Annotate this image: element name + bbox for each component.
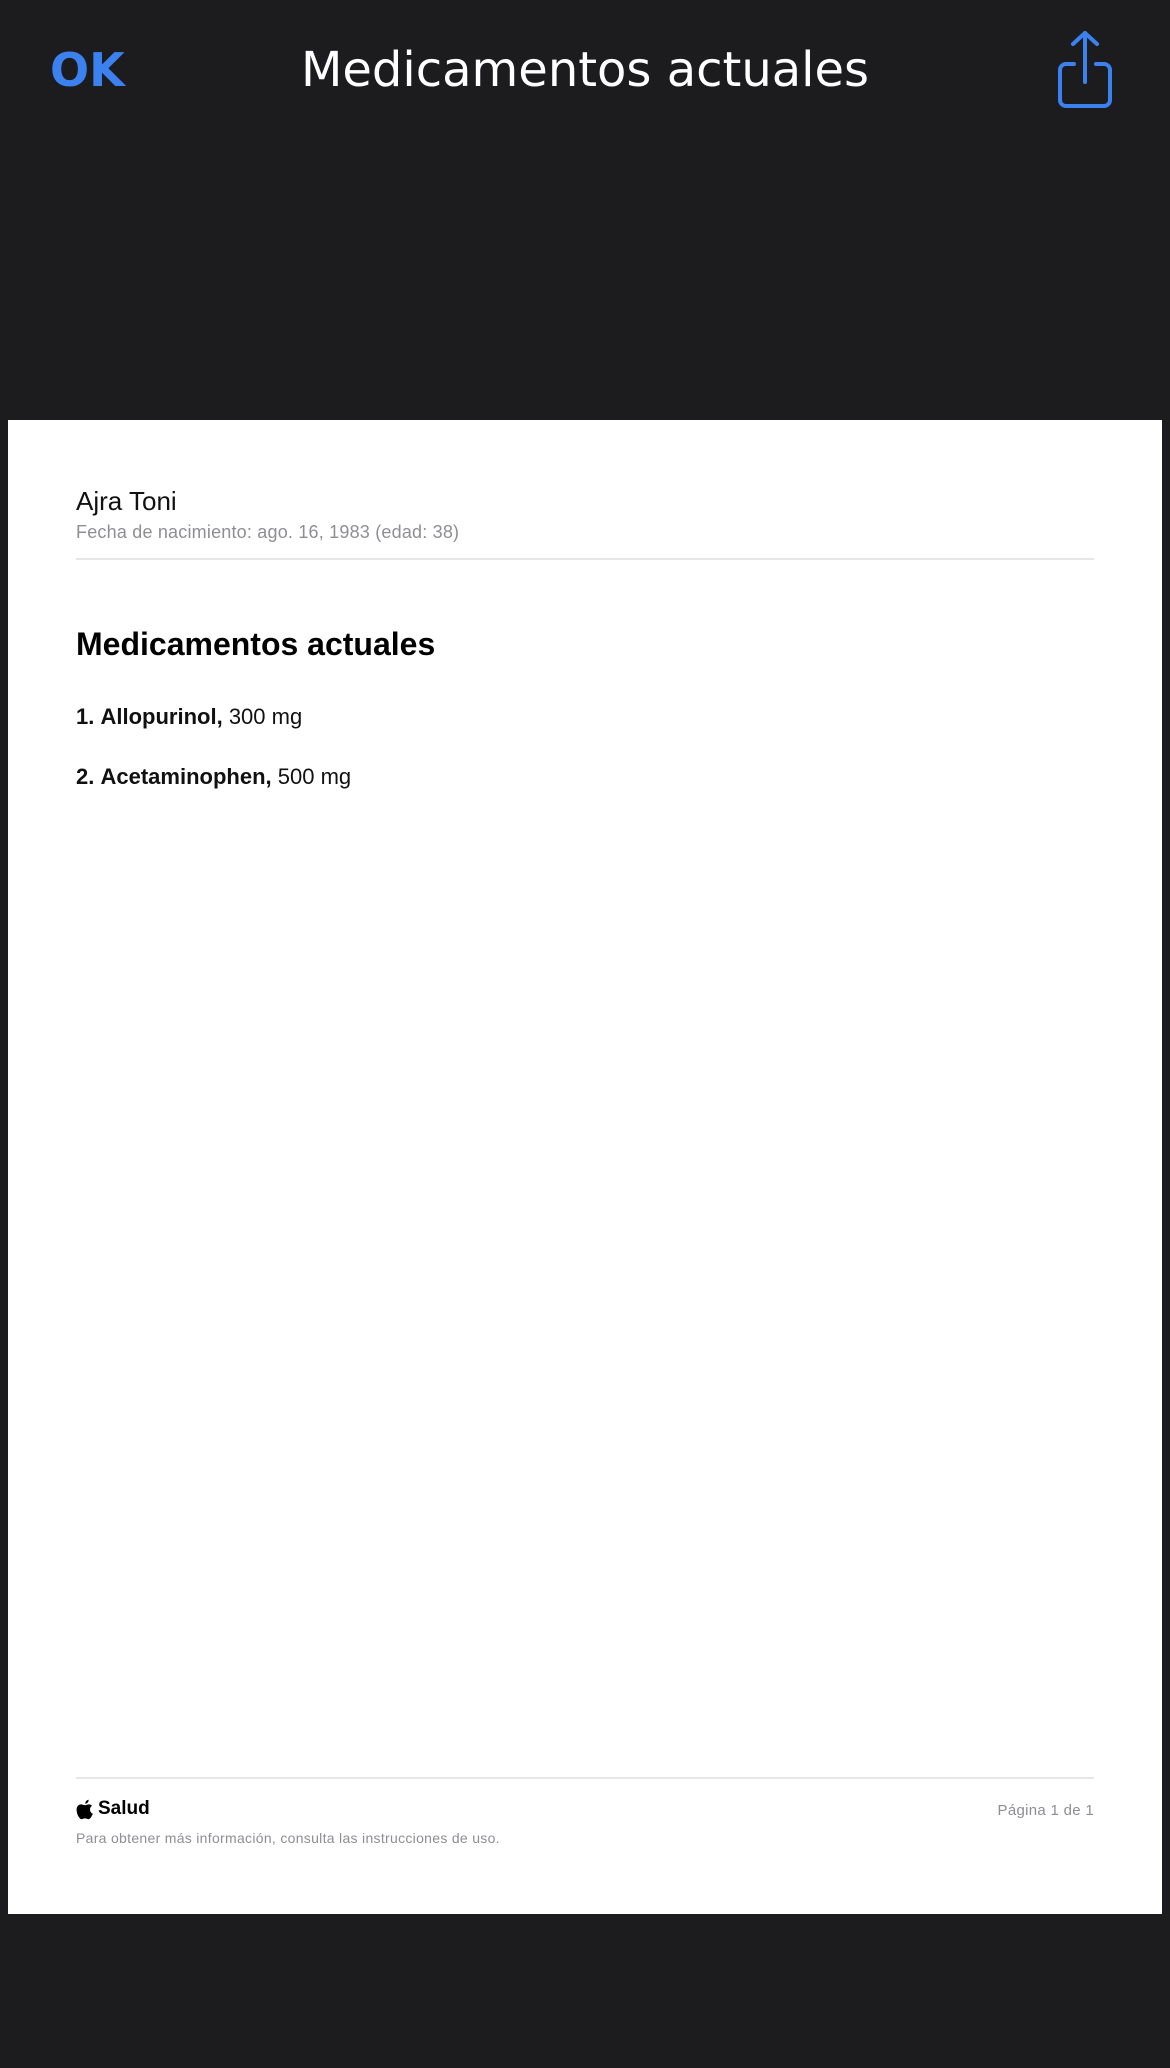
- section-title: Medicamentos actuales: [76, 626, 436, 662]
- document-page: Ajra Toni Fecha de nacimiento: ago. 16, …: [8, 420, 1162, 1914]
- share-button[interactable]: [1052, 30, 1118, 108]
- share-icon: [1058, 31, 1112, 108]
- brand-name: Salud: [98, 1798, 150, 1819]
- patient-birth-date: Fecha de nacimiento: ago. 16, 1983 (edad…: [76, 522, 460, 542]
- page-title: Medicamentos actuales: [300, 42, 870, 98]
- header-divider: [76, 558, 1094, 560]
- medication-name: Allopurinol,: [100, 704, 223, 729]
- page-number: Página 1 de 1: [997, 1802, 1094, 1819]
- medication-list: 1. Allopurinol, 300 mg 2. Acetaminophen,…: [76, 702, 351, 822]
- medication-item: 2. Acetaminophen, 500 mg: [76, 762, 351, 822]
- navigation-bar: OK Medicamentos actuales: [0, 0, 1170, 150]
- footer-brand: Salud: [76, 1798, 150, 1820]
- medication-dose: 500 mg: [277, 764, 352, 789]
- apple-logo-icon: [76, 1799, 93, 1819]
- footer-divider: [76, 1777, 1094, 1779]
- footer-note: Para obtener más información, consulta l…: [76, 1830, 500, 1846]
- patient-name: Ajra Toni: [76, 486, 177, 516]
- medication-number: 2.: [76, 764, 95, 789]
- medication-number: 1.: [76, 704, 95, 729]
- medication-name: Acetaminophen,: [100, 764, 272, 789]
- medication-item: 1. Allopurinol, 300 mg: [76, 702, 351, 762]
- medication-dose: 300 mg: [228, 704, 303, 729]
